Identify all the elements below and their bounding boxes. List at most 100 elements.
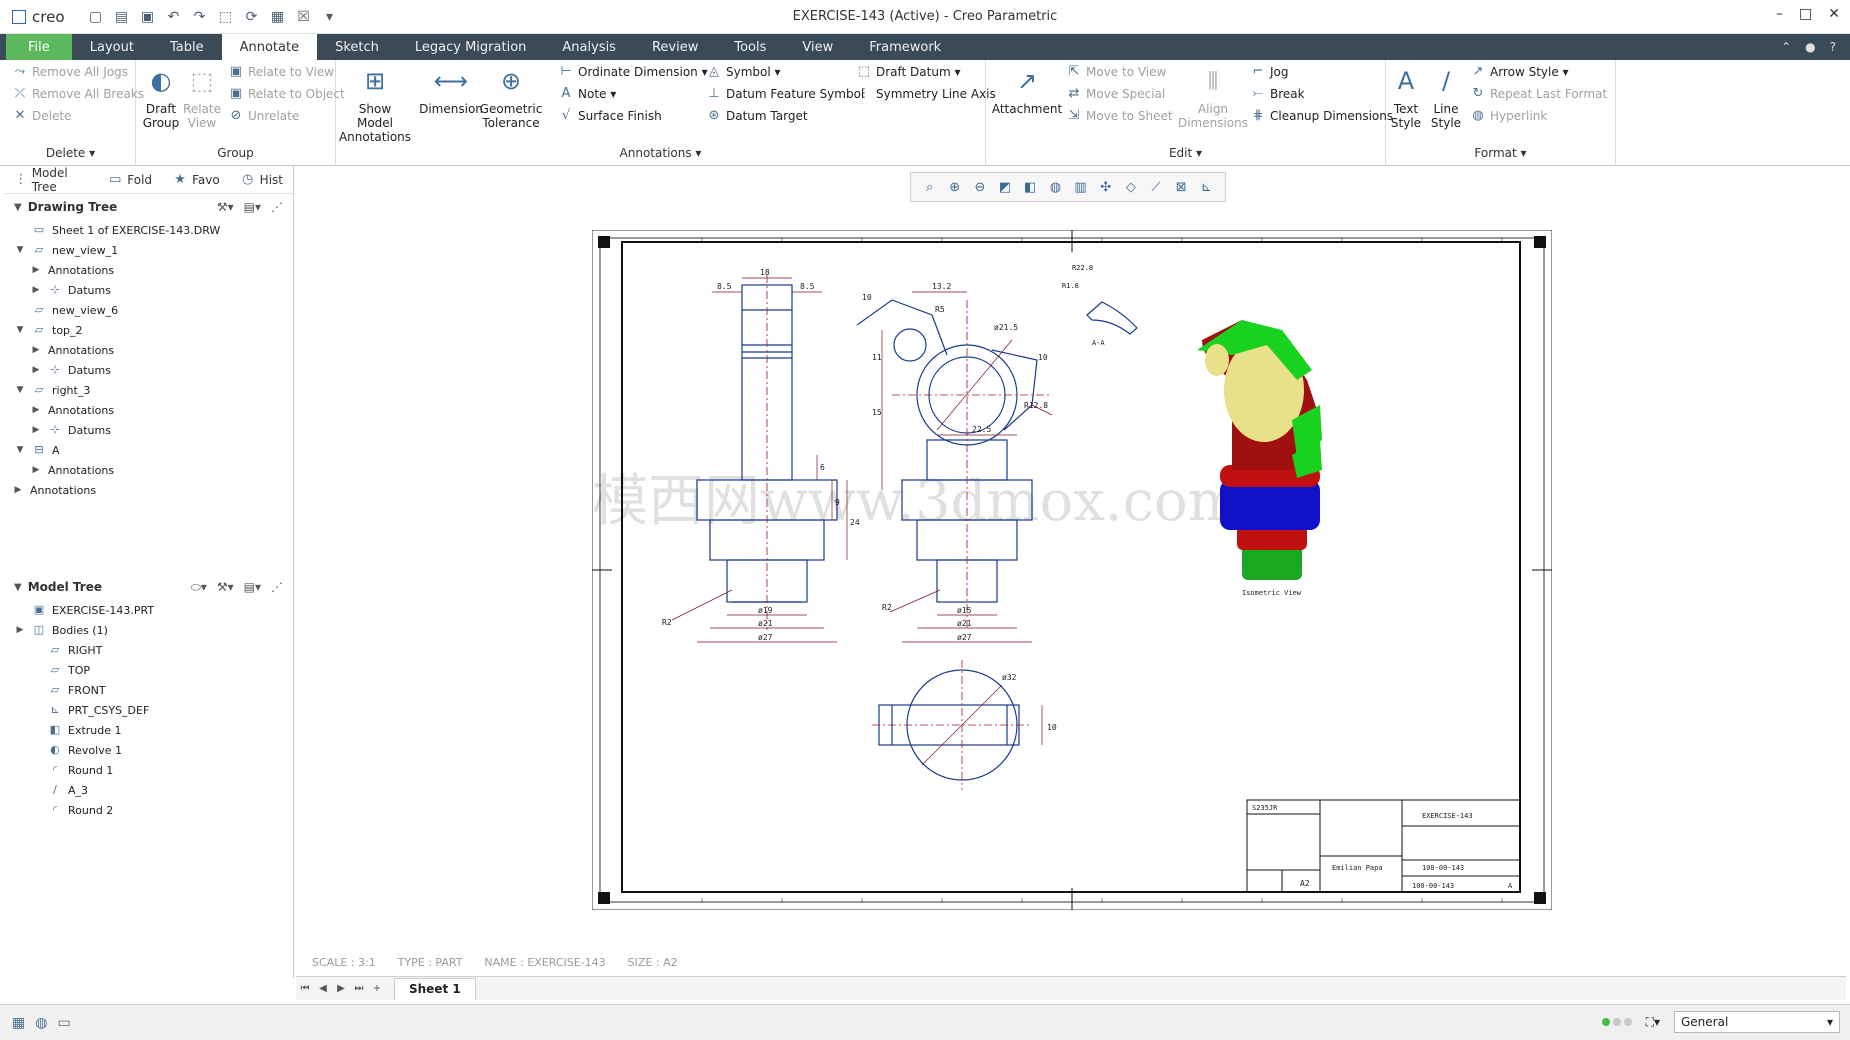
arrow-style-button[interactable]: ↗ Arrow Style ▾ [1470, 64, 1569, 80]
tree-item[interactable]: ▶ Annotations [4, 400, 293, 420]
display-style-icon[interactable]: ◧ [1021, 178, 1039, 196]
surface-finish-button[interactable]: √ Surface Finish [558, 108, 662, 124]
maximize-icon[interactable]: □ [1799, 6, 1812, 22]
open-file-icon[interactable]: ▤ [113, 8, 131, 26]
redo-icon[interactable]: ↷ [191, 8, 209, 26]
tree-columns-icon[interactable]: ▤▾ [244, 580, 261, 595]
draft-datum-button[interactable]: ⬚ Draft Datum ▾ [856, 64, 961, 80]
expand-toggle-icon[interactable]: ▼ [14, 445, 26, 455]
tree-item[interactable]: ⊾ PRT_CSYS_DEF [4, 700, 293, 720]
delete-group-label[interactable]: Delete ▾ [6, 146, 135, 160]
tree-settings-icon[interactable]: ⚒▾ [217, 200, 234, 214]
dimension-button[interactable]: ⟷ Dimension [419, 64, 483, 116]
tree-filter-icon[interactable]: ⋰ [271, 580, 283, 595]
unrelate-button[interactable]: ⊘ Unrelate [228, 108, 300, 124]
move-to-sheet-button[interactable]: ⇲ Move to Sheet [1066, 108, 1173, 124]
next-sheet-icon[interactable]: ▶ [332, 980, 350, 998]
expand-toggle-icon[interactable]: ▼ [14, 385, 26, 395]
expand-toggle-icon[interactable]: ▶ [30, 365, 42, 375]
tree-item[interactable]: ▼ ▱ right_3 [4, 380, 293, 400]
tree-item[interactable]: ▣ EXERCISE-143.PRT [4, 600, 293, 620]
break-button[interactable]: ⤚ Break [1250, 86, 1305, 102]
tree-item[interactable]: ▱ TOP [4, 660, 293, 680]
navigator-toggle-icon[interactable]: ▦ [12, 1015, 25, 1031]
tab-legacy-migration[interactable]: Legacy Migration [397, 34, 545, 60]
tab-sketch[interactable]: Sketch [317, 34, 397, 60]
annotations-group-label[interactable]: Annotations ▾ [336, 146, 985, 160]
note-button[interactable]: A Note ▾ [558, 86, 617, 102]
repaint-icon[interactable]: ◩ [996, 178, 1014, 196]
cleanup-dimensions-button[interactable]: ⋕ Cleanup Dimensions [1250, 108, 1394, 124]
csys-display-icon[interactable]: ⊾ [1197, 178, 1215, 196]
datum-target-button[interactable]: ⊛ Datum Target [706, 108, 808, 124]
drawing-sheet[interactable]: 模西网www.3dmox.com 18 8.5 8.5 ø19 ø21 ø27 … [592, 230, 1552, 910]
remove-all-breaks-button[interactable]: ⤫ Remove All Breaks [12, 86, 144, 102]
new-file-icon[interactable]: ▢ [87, 8, 105, 26]
collapse-ribbon-icon[interactable]: ⌃ [1781, 40, 1791, 54]
tab-history[interactable]: ◷ Hist [230, 166, 293, 194]
format-group-label[interactable]: Format ▾ [1386, 146, 1615, 160]
full-screen-icon[interactable]: ▭ [57, 1015, 70, 1031]
add-sheet-icon[interactable]: + [368, 980, 386, 998]
tab-analysis[interactable]: Analysis [544, 34, 634, 60]
relate-to-object-button[interactable]: ▣ Relate to Object [228, 86, 345, 102]
plane-display-icon[interactable]: ◇ [1122, 178, 1140, 196]
tree-settings-icon[interactable]: ⚒▾ [217, 580, 234, 595]
tree-filter-icon[interactable]: ⋰ [271, 200, 283, 214]
saved-views-icon[interactable]: ◍ [1046, 178, 1064, 196]
tab-view[interactable]: View [784, 34, 851, 60]
model-tree-header[interactable]: ▼ Model Tree ⬭▾ ⚒▾ ▤▾ ⋰ [4, 574, 293, 600]
symbol-button[interactable]: ◬ Symbol ▾ [706, 64, 781, 80]
undo-icon[interactable]: ↶ [165, 8, 183, 26]
tab-tools[interactable]: Tools [716, 34, 784, 60]
axis-display-icon[interactable]: ⟋ [1147, 178, 1165, 196]
tab-framework[interactable]: Framework [851, 34, 959, 60]
tree-item[interactable]: ∕ A_3 [4, 780, 293, 800]
expand-toggle-icon[interactable]: ▼ [14, 325, 26, 335]
point-display-icon[interactable]: ⊠ [1172, 178, 1190, 196]
close-window-icon[interactable]: ☒ [295, 8, 313, 26]
expand-toggle-icon[interactable]: ▶ [30, 465, 42, 475]
tree-item[interactable]: ◧ Extrude 1 [4, 720, 293, 740]
datum-feature-symbol-button[interactable]: ⊥ Datum Feature Symbol [706, 86, 864, 102]
delete-button[interactable]: ✕ Delete [12, 108, 72, 124]
repeat-last-format-button[interactable]: ↻ Repeat Last Format [1470, 86, 1608, 102]
tree-item[interactable]: ▼ ⊟ A [4, 440, 293, 460]
tab-file[interactable]: File [6, 34, 72, 60]
tab-model-tree[interactable]: ⋮ Model Tree [4, 166, 97, 194]
ordinate-dimension-button[interactable]: ⊢ Ordinate Dimension ▾ [558, 64, 707, 80]
tree-item[interactable]: ▶ Annotations [4, 260, 293, 280]
previous-sheet-icon[interactable]: ◀ [314, 980, 332, 998]
zoom-out-icon[interactable]: ⊖ [971, 178, 989, 196]
tree-item[interactable]: ▶ ◫ Bodies (1) [4, 620, 293, 640]
tree-item[interactable]: ▶ ⊹ Datums [4, 360, 293, 380]
expand-toggle-icon[interactable]: ▶ [14, 625, 26, 635]
move-special-button[interactable]: ⇄ Move Special [1066, 86, 1166, 102]
move-to-view-button[interactable]: ⇱ Move to View [1066, 64, 1167, 80]
first-sheet-icon[interactable]: ⏮ [296, 980, 314, 998]
draft-group-button[interactable]: ◐ Draft Group [140, 64, 182, 130]
expand-toggle-icon[interactable]: ▶ [12, 485, 24, 495]
last-sheet-icon[interactable]: ⏭ [350, 980, 368, 998]
minimize-icon[interactable]: – [1776, 6, 1783, 22]
tree-item[interactable]: ◐ Revolve 1 [4, 740, 293, 760]
hyperlink-button[interactable]: ◍ Hyperlink [1470, 108, 1547, 124]
tree-item[interactable]: ▶ ⊹ Datums [4, 420, 293, 440]
tree-item[interactable]: ◜ Round 2 [4, 800, 293, 820]
tab-layout[interactable]: Layout [72, 34, 152, 60]
tree-item[interactable]: ▭ Sheet 1 of EXERCISE-143.DRW [4, 220, 293, 240]
tree-columns-icon[interactable]: ▤▾ [244, 200, 261, 214]
tree-item[interactable]: ▱ RIGHT [4, 640, 293, 660]
tree-item[interactable]: ◜ Round 1 [4, 760, 293, 780]
tab-table[interactable]: Table [152, 34, 222, 60]
selection-filter[interactable]: General ▾ [1674, 1011, 1840, 1033]
save-icon[interactable]: ▣ [139, 8, 157, 26]
tree-item[interactable]: ▼ ▱ new_view_1 [4, 240, 293, 260]
regenerate-icon[interactable]: ⟳ [243, 8, 261, 26]
remove-all-jogs-button[interactable]: ⤳ Remove All Jogs [12, 64, 128, 80]
expand-toggle-icon[interactable]: ▶ [30, 345, 42, 355]
relate-view-button[interactable]: ⬚ Relate View [182, 64, 222, 130]
align-dimensions-button[interactable]: ⫴ Align Dimensions [1178, 64, 1248, 130]
tree-item[interactable]: ▼ ▱ top_2 [4, 320, 293, 340]
expand-toggle-icon[interactable]: ▶ [30, 265, 42, 275]
